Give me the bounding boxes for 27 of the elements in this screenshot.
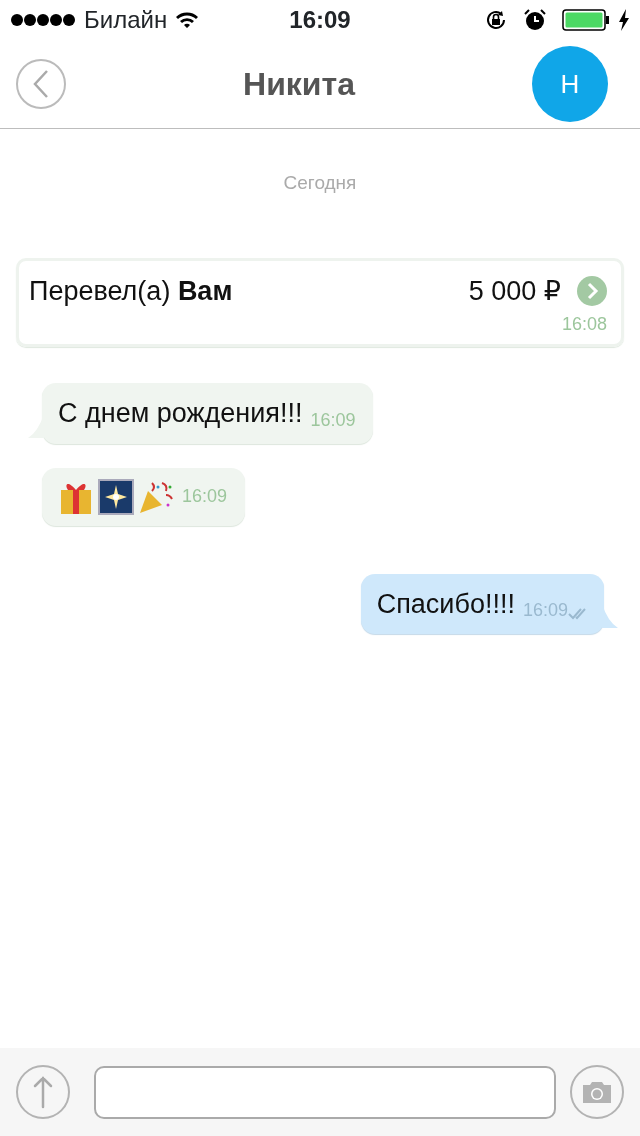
signal-icon xyxy=(10,13,76,27)
arrow-up-icon xyxy=(33,1075,53,1109)
carrier-name: Билайн xyxy=(84,5,168,35)
rotation-lock-icon xyxy=(484,8,508,32)
sparkler-icon xyxy=(98,478,134,515)
status-time: 16:09 xyxy=(289,5,351,35)
message-time: 16:08 xyxy=(561,314,607,334)
transfer-text: Перевел(а) Вам xyxy=(29,274,233,308)
message-text: С днем рождения!!! xyxy=(58,397,303,430)
charging-icon xyxy=(618,9,630,31)
transfer-amount: 5 000 ₽ xyxy=(468,274,561,308)
message-time: 16:09 xyxy=(310,408,356,432)
back-button[interactable] xyxy=(16,59,66,109)
message-input[interactable] xyxy=(94,1065,556,1119)
date-divider: Сегодня xyxy=(282,171,358,195)
chevron-left-icon xyxy=(32,69,50,99)
message-text: Спасибо!!!! xyxy=(376,587,515,621)
alarm-icon xyxy=(524,9,546,31)
wifi-icon xyxy=(175,11,200,29)
chat-title: Никита xyxy=(243,65,355,104)
chevron-right-icon[interactable] xyxy=(577,275,607,306)
camera-button[interactable] xyxy=(570,1065,624,1119)
battery-icon xyxy=(562,9,610,31)
camera-icon xyxy=(581,1080,613,1104)
message-time: 16:09 xyxy=(182,485,228,508)
attach-button[interactable] xyxy=(16,1065,70,1119)
transfer-card[interactable]: Перевел(а) Вам 5 000 ₽ 16:08 xyxy=(16,257,624,347)
